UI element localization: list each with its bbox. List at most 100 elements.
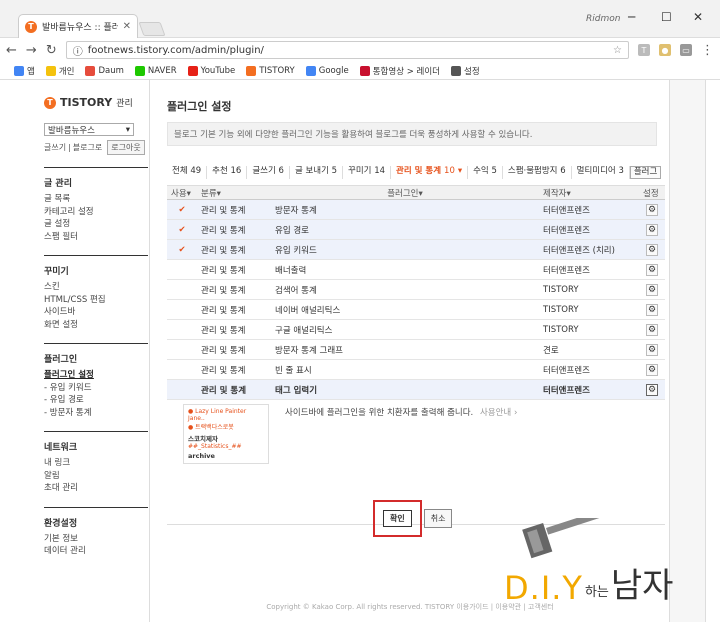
col-type[interactable]: 분류▾ xyxy=(197,185,271,200)
gear-icon[interactable]: ⚙ xyxy=(646,363,658,376)
new-tab-button[interactable] xyxy=(138,22,166,36)
extension-icon[interactable]: ● xyxy=(659,44,671,56)
cancel-button[interactable]: 취소 xyxy=(423,509,453,528)
reload-icon[interactable]: ↻ xyxy=(46,43,57,58)
back-icon[interactable]: ← xyxy=(6,43,17,58)
category-tab[interactable]: 글쓰기 6 xyxy=(247,166,290,179)
category-tab[interactable]: 꾸미기 14 xyxy=(343,166,392,179)
tab-close-icon[interactable]: ✕ xyxy=(123,21,131,32)
blog-select[interactable]: 발바름뉴우스 ▾ xyxy=(44,123,134,136)
table-row[interactable]: 관리 및 통계 빈 줄 표시 터터앤프렌즈 ⚙ xyxy=(167,359,665,380)
sidebar-item[interactable]: - 방문자 통계 xyxy=(44,407,149,420)
bookmark-item[interactable]: TISTORY xyxy=(246,65,295,76)
settings-cell[interactable]: ⚙ xyxy=(639,359,665,380)
gear-icon[interactable]: ⚙ xyxy=(646,303,658,316)
sidebar-item[interactable]: 기본 정보 xyxy=(44,533,149,546)
sidebar-item[interactable]: 카테고리 설정 xyxy=(44,206,149,219)
forward-icon[interactable]: → xyxy=(26,43,37,58)
plugin-name-cell[interactable]: 태그 입력기 xyxy=(271,379,539,400)
gear-icon[interactable]: ⚙ xyxy=(646,383,658,396)
category-tab[interactable]: 수익 5 xyxy=(468,166,503,179)
settings-cell[interactable]: ⚙ xyxy=(639,219,665,240)
settings-cell[interactable]: ⚙ xyxy=(639,379,665,400)
use-cell[interactable] xyxy=(167,299,197,320)
sidebar-item[interactable]: 화면 설정 xyxy=(44,319,149,332)
settings-cell[interactable]: ⚙ xyxy=(639,319,665,340)
settings-cell[interactable]: ⚙ xyxy=(639,339,665,360)
bookmark-item[interactable]: NAVER xyxy=(134,65,177,76)
gear-icon[interactable]: ⚙ xyxy=(646,323,658,336)
sidebar-item[interactable]: 글 설정 xyxy=(44,218,149,231)
profile-name[interactable]: Ridmon xyxy=(586,14,620,24)
category-tab[interactable]: 관리 및 통계 10 ▾ xyxy=(391,166,469,179)
extension-t-icon[interactable]: T xyxy=(638,44,650,56)
table-row[interactable]: ✔ 관리 및 통계 방문자 통계 터터앤프렌즈 ⚙ xyxy=(167,199,665,220)
category-tab[interactable]: 글 보내기 5 xyxy=(290,166,344,179)
gear-icon[interactable]: ⚙ xyxy=(646,343,658,356)
maximize-icon[interactable]: ☐ xyxy=(661,10,672,24)
bookmark-item[interactable]: 설정 xyxy=(451,65,480,77)
sidebar-item[interactable]: - 유입 키워드 xyxy=(44,382,149,395)
logout-button[interactable]: 로그아웃 xyxy=(107,140,145,155)
col-use[interactable]: 사용▾ xyxy=(167,185,197,200)
bookmark-item[interactable]: Daum xyxy=(85,65,124,76)
write-link[interactable]: 글쓰기 xyxy=(44,142,66,153)
plugin-name-cell[interactable]: 빈 줄 표시 xyxy=(271,359,539,380)
bookmark-item[interactable]: 통합영상 > 레이더 xyxy=(359,65,440,77)
close-window-icon[interactable]: ✕ xyxy=(693,10,703,24)
category-tab[interactable]: 스팸·불펌방지 6 xyxy=(503,166,572,179)
blog-link[interactable]: 블로그로 xyxy=(73,142,102,153)
table-row[interactable]: 관리 및 통계 방문자 통계 그래프 견로 ⚙ xyxy=(167,339,665,360)
col-maker[interactable]: 제작자▾ xyxy=(539,185,639,200)
settings-cell[interactable]: ⚙ xyxy=(639,279,665,300)
sidebar-item[interactable]: 데이터 관리 xyxy=(44,545,149,558)
table-row[interactable]: ✔ 관리 및 통계 유입 경로 터터앤프렌즈 ⚙ xyxy=(167,219,665,240)
plugin-name-cell[interactable]: 유입 경로 xyxy=(271,219,539,240)
gear-icon[interactable]: ⚙ xyxy=(646,243,658,256)
plugin-name-cell[interactable]: 방문자 통계 xyxy=(271,199,539,220)
gear-icon[interactable]: ⚙ xyxy=(646,283,658,296)
category-more-button[interactable]: 플러그 xyxy=(629,166,662,179)
sidebar-item[interactable]: 내 링크 xyxy=(44,457,149,470)
url-input[interactable]: ⓘ footnews.tistory.com/admin/plugin/ ☆ xyxy=(65,41,629,59)
bookmark-item[interactable]: YouTube xyxy=(187,65,235,76)
menu-dots-icon[interactable]: ⋮ xyxy=(701,43,714,58)
table-row[interactable]: 관리 및 통계 검색어 통계 TISTORY ⚙ xyxy=(167,279,665,300)
plugin-name-cell[interactable]: 검색어 통계 xyxy=(271,279,539,300)
sidebar-item[interactable]: 초대 관리 xyxy=(44,482,149,495)
use-cell[interactable] xyxy=(167,319,197,340)
bookmark-star-icon[interactable]: ☆ xyxy=(613,45,622,56)
use-cell[interactable] xyxy=(167,379,197,400)
sidebar-item[interactable]: 알림 xyxy=(44,470,149,483)
browser-tab[interactable]: T 발바름뉴우스 :: 플러그인 ✕ xyxy=(18,14,138,38)
cast-icon[interactable]: ▭ xyxy=(680,44,692,56)
gear-icon[interactable]: ⚙ xyxy=(646,203,658,216)
table-row[interactable]: 관리 및 통계 네이버 애널리틱스 TISTORY ⚙ xyxy=(167,299,665,320)
use-cell[interactable] xyxy=(167,279,197,300)
category-tab[interactable]: 전체 49 xyxy=(167,166,208,179)
table-row[interactable]: 관리 및 통계 배너출력 터터앤프렌즈 ⚙ xyxy=(167,259,665,280)
minimize-icon[interactable]: ─ xyxy=(628,10,635,24)
sidebar-item[interactable]: 스팸 필터 xyxy=(44,231,149,244)
sidebar-item[interactable]: - 유입 경로 xyxy=(44,394,149,407)
settings-cell[interactable]: ⚙ xyxy=(639,259,665,280)
bookmark-item[interactable]: 앱 xyxy=(14,65,35,77)
use-cell[interactable]: ✔ xyxy=(167,199,197,220)
plugin-name-cell[interactable]: 배너출력 xyxy=(271,259,539,280)
table-row[interactable]: 관리 및 통계 구글 애널리틱스 TISTORY ⚙ xyxy=(167,319,665,340)
bookmark-item[interactable]: 개인 xyxy=(45,65,74,77)
category-tab[interactable]: 추천 16 xyxy=(207,166,248,179)
sidebar-item[interactable]: 플러그인 설정 xyxy=(44,369,149,382)
sidebar-item[interactable]: 스킨 xyxy=(44,281,149,294)
use-cell[interactable]: ✔ xyxy=(167,239,197,260)
sidebar-item[interactable]: 글 목록 xyxy=(44,193,149,206)
confirm-button[interactable]: 확인 xyxy=(383,510,412,527)
usage-guide-link[interactable]: 사용안내 › xyxy=(480,408,517,418)
use-cell[interactable] xyxy=(167,259,197,280)
category-tab[interactable]: 멀티미디어 3 xyxy=(572,166,630,179)
plugin-name-cell[interactable]: 구글 애널리틱스 xyxy=(271,319,539,340)
col-plugin[interactable]: 플러그인▾ xyxy=(271,185,539,200)
table-row[interactable]: 관리 및 통계 태그 입력기 터터앤프렌즈 ⚙ xyxy=(167,379,665,400)
gear-icon[interactable]: ⚙ xyxy=(646,263,658,276)
plugin-name-cell[interactable]: 방문자 통계 그래프 xyxy=(271,339,539,360)
